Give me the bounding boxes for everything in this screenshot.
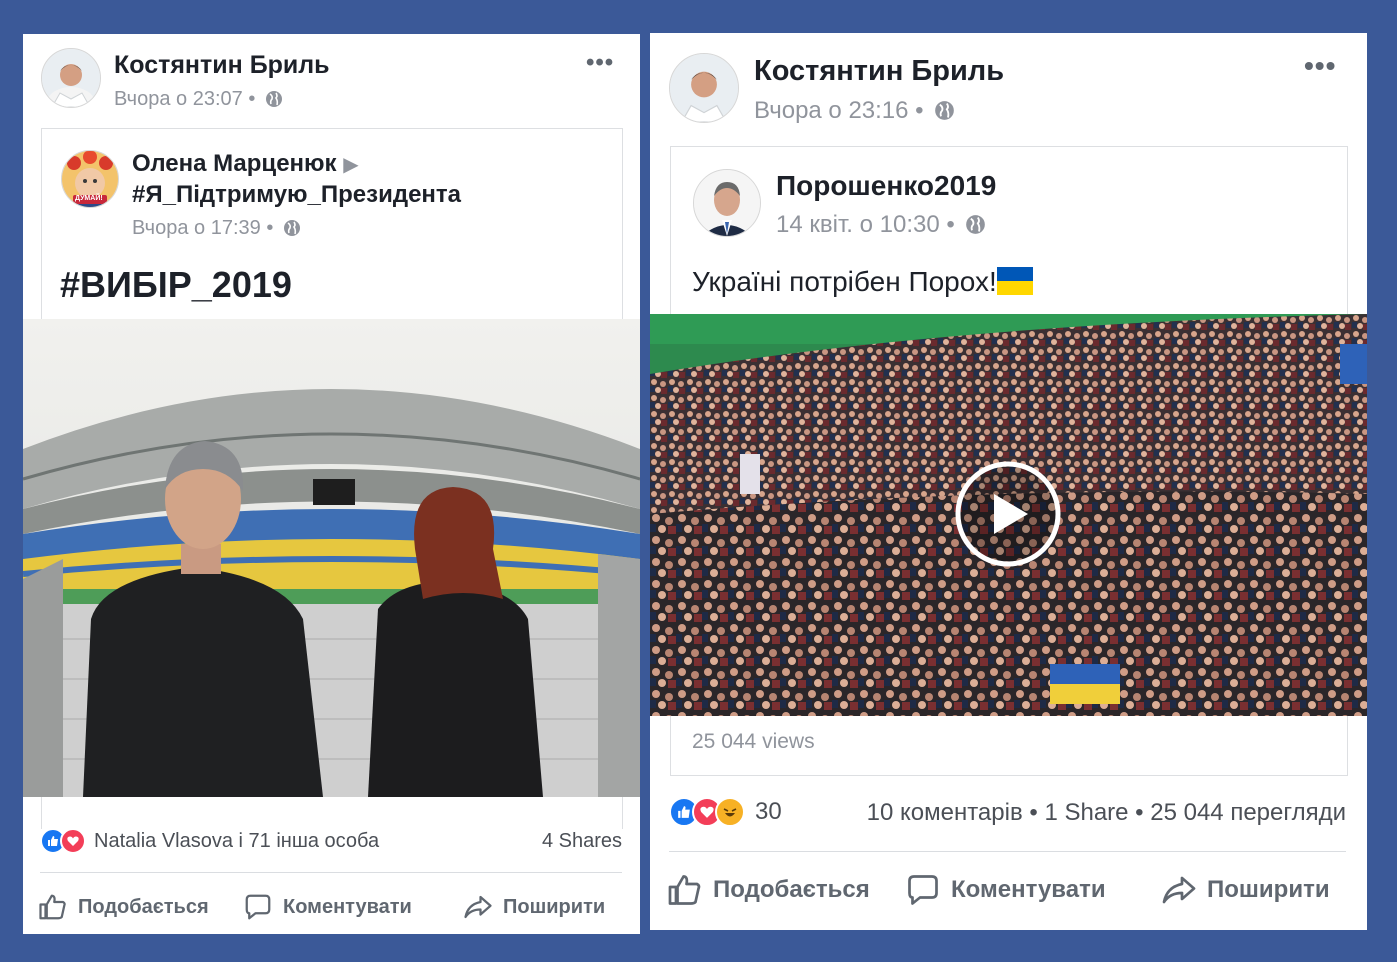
love-icon bbox=[60, 828, 86, 854]
engagement-stats[interactable]: 10 коментарів • 1 Share • 25 044 перегля… bbox=[867, 799, 1346, 827]
more-options-icon[interactable]: ••• bbox=[1304, 52, 1336, 80]
comment-button[interactable]: Коментувати bbox=[905, 872, 1106, 908]
like-button[interactable]: Подобається bbox=[38, 892, 209, 922]
comment-icon bbox=[908, 875, 938, 905]
shared-page-name[interactable]: #Я_Підтримую_Президента bbox=[132, 181, 461, 209]
comment-icon bbox=[245, 894, 271, 920]
post-time[interactable]: Вчора о 23:07 bbox=[114, 88, 243, 110]
post-timestamp[interactable]: Вчора о 23:07 • bbox=[114, 88, 283, 111]
left-post-card: Костянтин Бриль Вчора о 23:07 • ••• ДУМА… bbox=[23, 34, 640, 934]
author-name[interactable]: Костянтин Бриль bbox=[114, 51, 330, 80]
more-options-icon[interactable]: ••• bbox=[586, 51, 614, 75]
reactions-text[interactable]: Natalia Vlasova і 71 інша особа bbox=[94, 830, 379, 853]
author-avatar[interactable] bbox=[669, 53, 739, 123]
like-icon bbox=[668, 875, 701, 905]
like-button[interactable]: Подобається bbox=[667, 872, 870, 908]
shared-author-name[interactable]: Олена Марценюк ▶ bbox=[132, 150, 359, 178]
avatar-badge: ДУМАЙ! bbox=[75, 195, 103, 202]
reactions-summary[interactable]: Natalia Vlasova і 71 інша особа bbox=[40, 828, 379, 854]
share-icon bbox=[464, 895, 492, 919]
comment-button[interactable]: Коментувати bbox=[243, 892, 412, 922]
share-icon bbox=[1162, 876, 1196, 904]
like-icon bbox=[39, 894, 66, 920]
post-time[interactable]: Вчора о 23:16 bbox=[754, 97, 909, 124]
share-button[interactable]: Поширити bbox=[1161, 872, 1330, 908]
share-button[interactable]: Поширити bbox=[463, 892, 605, 922]
shared-post-text: Україні потрібен Порох! bbox=[692, 266, 1033, 298]
stadium-photo[interactable] bbox=[23, 319, 640, 797]
shares-count[interactable]: 4 Shares bbox=[542, 830, 622, 853]
right-post-card: Костянтин Бриль Вчора о 23:16 • ••• Поро… bbox=[650, 33, 1367, 930]
reaction-count[interactable]: 30 bbox=[755, 798, 782, 826]
globe-icon bbox=[935, 101, 955, 120]
globe-icon bbox=[966, 215, 986, 234]
ukraine-flag-icon bbox=[996, 267, 1033, 295]
author-avatar[interactable] bbox=[41, 48, 101, 108]
shared-post-text: #ВИБІР_2019 bbox=[60, 264, 292, 305]
video-player[interactable] bbox=[650, 314, 1367, 716]
shared-author-avatar[interactable] bbox=[693, 169, 761, 237]
arrow-right-icon: ▶ bbox=[343, 154, 359, 176]
reactions-summary[interactable]: 30 bbox=[669, 797, 782, 827]
haha-icon bbox=[715, 797, 745, 827]
shared-author-avatar[interactable]: ДУМАЙ! bbox=[61, 150, 119, 208]
author-name[interactable]: Костянтин Бриль bbox=[754, 55, 1004, 88]
divider bbox=[40, 872, 622, 873]
shared-author-name[interactable]: Порошенко2019 bbox=[776, 170, 996, 202]
shared-post-timestamp[interactable]: Вчора о 17:39 • bbox=[132, 217, 301, 240]
post-timestamp[interactable]: Вчора о 23:16 • bbox=[754, 97, 955, 125]
globe-icon bbox=[265, 91, 282, 107]
divider bbox=[669, 851, 1346, 852]
video-views: 25 044 views bbox=[692, 730, 815, 753]
shared-post-timestamp[interactable]: 14 квіт. о 10:30 • bbox=[776, 211, 986, 239]
globe-icon bbox=[283, 220, 300, 236]
